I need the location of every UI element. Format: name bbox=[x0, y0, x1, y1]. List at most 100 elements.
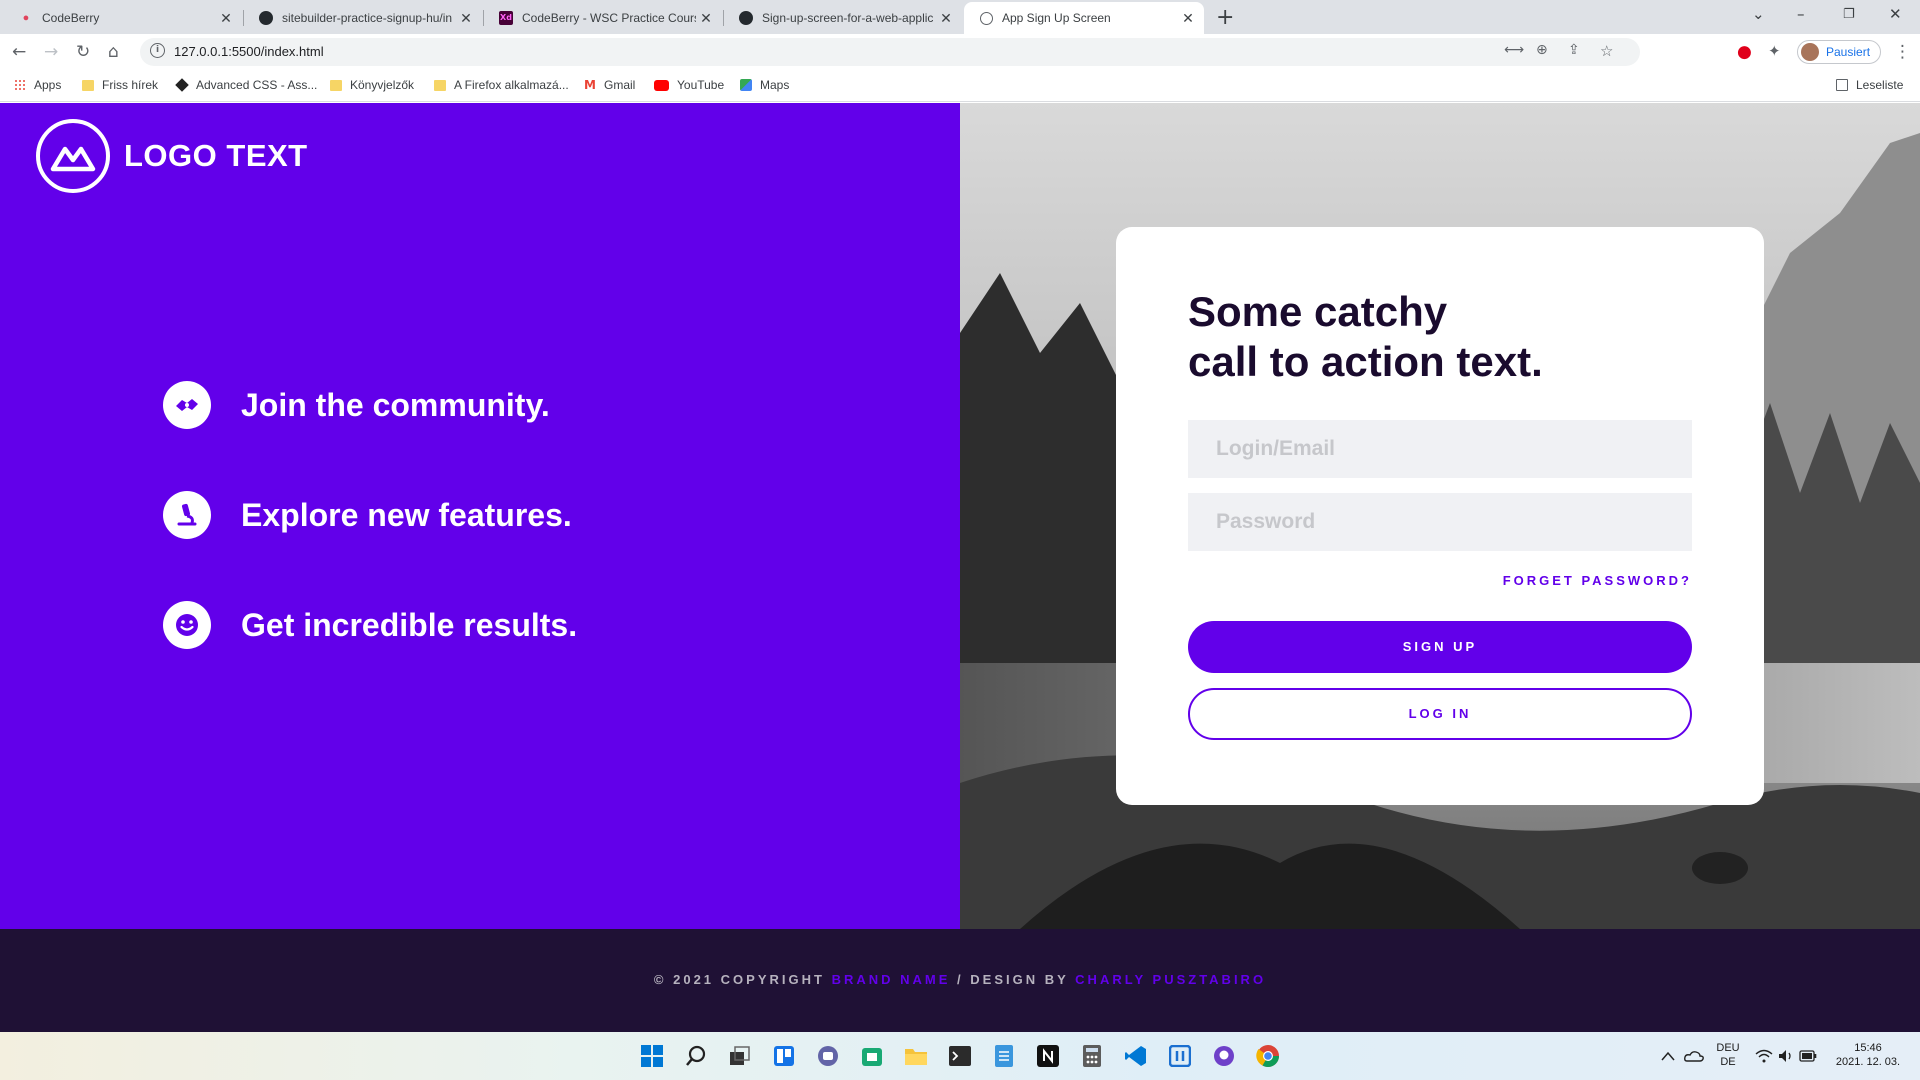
close-icon[interactable]: ✕ bbox=[216, 10, 236, 27]
chrome-icon[interactable] bbox=[1256, 1044, 1280, 1068]
bookmark-label: A Firefox alkalmazá... bbox=[454, 78, 569, 92]
url-text[interactable]: 127.0.0.1:5500/index.html bbox=[174, 44, 324, 59]
search-icon[interactable] bbox=[684, 1044, 708, 1068]
close-icon[interactable]: ✕ bbox=[456, 10, 476, 27]
login-email-input[interactable] bbox=[1188, 420, 1692, 478]
minimize-button[interactable]: – bbox=[1797, 5, 1805, 23]
close-icon[interactable]: ✕ bbox=[936, 10, 956, 27]
volume-icon[interactable] bbox=[1774, 1044, 1798, 1068]
globe-icon bbox=[978, 10, 994, 26]
browser-toolbar: ← → ↻ ⌂ i 127.0.0.1:5500/index.html ☆ ⇪ … bbox=[0, 34, 1920, 70]
terminal-icon[interactable] bbox=[948, 1044, 972, 1068]
left-panel: LOGO TEXT Join the community. Explore ne… bbox=[0, 103, 960, 929]
tab-codeberry[interactable]: ● CodeBerry ✕ bbox=[4, 2, 242, 34]
cta-headline: Some catchy call to action text. bbox=[1188, 287, 1543, 387]
bookmarks-bar: Apps Friss hírek Advanced CSS - Ass... K… bbox=[0, 70, 1920, 102]
footer-copyright: © 2021 COPYRIGHT BRAND NAME / DESIGN BY … bbox=[0, 972, 1920, 987]
bookmark-friss-hirek[interactable]: Friss hírek bbox=[82, 78, 158, 92]
tab-signup-screen-repo[interactable]: Sign-up-screen-for-a-web-applic ✕ bbox=[724, 2, 962, 34]
tab-search-icon[interactable]: ⌄ bbox=[1752, 5, 1765, 23]
tab-codeberry-wsc[interactable]: Xd CodeBerry - WSC Practice Course ✕ bbox=[484, 2, 722, 34]
chevron-up-icon[interactable] bbox=[1656, 1044, 1680, 1068]
teams-chat-icon[interactable] bbox=[816, 1044, 840, 1068]
github-desktop-icon[interactable] bbox=[1212, 1044, 1236, 1068]
cta-line-1: Some catchy bbox=[1188, 288, 1448, 335]
profile-button[interactable]: Pausiert bbox=[1797, 40, 1882, 64]
extensions-icon[interactable]: ✦ bbox=[1768, 42, 1781, 60]
brand-name-link[interactable]: BRAND NAME bbox=[832, 972, 951, 987]
forget-password-link[interactable]: FORGET PASSWORD? bbox=[1503, 573, 1692, 588]
restore-button[interactable]: ❐ bbox=[1843, 7, 1855, 22]
translate-icon[interactable]: ⟷ bbox=[1504, 42, 1524, 58]
notion-icon[interactable] bbox=[1036, 1044, 1060, 1068]
bookmark-advanced-css[interactable]: Advanced CSS - Ass... bbox=[175, 78, 317, 92]
bookmark-youtube[interactable]: YouTube bbox=[654, 78, 724, 92]
onedrive-icon[interactable] bbox=[1682, 1044, 1706, 1068]
clock-time: 15:46 bbox=[1854, 1042, 1882, 1054]
tab-sitebuilder[interactable]: sitebuilder-practice-signup-hu/in ✕ bbox=[244, 2, 482, 34]
back-icon[interactable]: ← bbox=[12, 42, 26, 62]
bookmark-maps[interactable]: Maps bbox=[740, 78, 789, 92]
store-icon[interactable] bbox=[860, 1044, 884, 1068]
folder-icon bbox=[434, 79, 446, 91]
design-by-text: / DESIGN BY bbox=[957, 972, 1069, 987]
bookmark-star-icon[interactable]: ☆ bbox=[1600, 42, 1613, 60]
designer-link[interactable]: CHARLY PUSZTABIRO bbox=[1075, 972, 1266, 987]
feature-join-community: Join the community. bbox=[163, 381, 550, 429]
apps-grid-icon bbox=[14, 79, 26, 91]
reload-icon[interactable]: ↻ bbox=[76, 42, 90, 62]
youtube-icon bbox=[654, 79, 669, 91]
signup-card: Some catchy call to action text. FORGET … bbox=[1116, 227, 1764, 805]
windows-start-icon[interactable] bbox=[640, 1044, 664, 1068]
tab-title: CodeBerry bbox=[42, 11, 100, 25]
feature-explore: Explore new features. bbox=[163, 491, 572, 539]
bookmark-label: Maps bbox=[760, 78, 790, 92]
close-icon[interactable]: ✕ bbox=[1178, 10, 1198, 27]
opera-icon[interactable]: ● bbox=[1737, 42, 1752, 62]
logo[interactable]: LOGO TEXT bbox=[36, 119, 308, 193]
tab-title: sitebuilder-practice-signup-hu/in bbox=[282, 11, 453, 25]
tab-app-signup-screen[interactable]: App Sign Up Screen ✕ bbox=[964, 2, 1204, 34]
tab-title: App Sign Up Screen bbox=[1002, 11, 1111, 25]
reading-list[interactable]: Leseliste bbox=[1836, 78, 1903, 92]
new-tab-button[interactable]: + bbox=[1216, 5, 1234, 30]
file-explorer-icon[interactable] bbox=[904, 1044, 928, 1068]
vscode-icon[interactable] bbox=[1124, 1044, 1148, 1068]
bookmark-firefox[interactable]: A Firefox alkalmazá... bbox=[434, 78, 569, 92]
wifi-icon[interactable] bbox=[1752, 1044, 1776, 1068]
task-view-icon[interactable] bbox=[728, 1044, 752, 1068]
home-icon[interactable]: ⌂ bbox=[108, 42, 119, 62]
menu-icon[interactable]: ⋮ bbox=[1894, 42, 1911, 62]
maps-icon bbox=[740, 79, 752, 91]
window-close-button[interactable]: ✕ bbox=[1889, 5, 1902, 23]
gmail-icon: M bbox=[584, 78, 596, 92]
forward-icon[interactable]: → bbox=[44, 42, 58, 62]
bookmark-gmail[interactable]: M Gmail bbox=[584, 78, 635, 92]
feature-text: Get incredible results. bbox=[241, 606, 578, 643]
profile-label: Pausiert bbox=[1826, 45, 1871, 59]
widgets-icon[interactable] bbox=[772, 1044, 796, 1068]
address-bar[interactable]: i 127.0.0.1:5500/index.html ☆ ⇪ ⊕ ⟷ bbox=[140, 38, 1640, 66]
calculator-icon[interactable] bbox=[1080, 1044, 1104, 1068]
share-icon[interactable]: ⇪ bbox=[1568, 42, 1580, 58]
tab-title: Sign-up-screen-for-a-web-applic bbox=[762, 11, 934, 25]
site-info-icon[interactable]: i bbox=[150, 43, 165, 58]
cta-line-2: call to action text. bbox=[1188, 338, 1543, 385]
notepad-icon[interactable] bbox=[992, 1044, 1016, 1068]
bookmark-apps[interactable]: Apps bbox=[14, 78, 61, 92]
folder-icon bbox=[330, 79, 342, 91]
bookmark-label: Apps bbox=[34, 78, 62, 92]
sign-up-button[interactable]: SIGN UP bbox=[1188, 621, 1692, 673]
zoom-icon[interactable]: ⊕ bbox=[1536, 42, 1548, 58]
feature-text: Join the community. bbox=[241, 386, 550, 423]
battery-icon[interactable] bbox=[1796, 1044, 1820, 1068]
diamond-icon bbox=[175, 78, 189, 92]
bookmark-konyvjelzok[interactable]: Könyvjelzők bbox=[330, 78, 414, 92]
clock[interactable]: 15:46 2021. 12. 03. bbox=[1826, 1041, 1910, 1069]
language-indicator[interactable]: DEU DE bbox=[1714, 1041, 1742, 1069]
close-icon[interactable]: ✕ bbox=[696, 10, 716, 27]
footer: © 2021 COPYRIGHT BRAND NAME / DESIGN BY … bbox=[0, 929, 1920, 1032]
password-input[interactable] bbox=[1188, 493, 1692, 551]
log-in-button[interactable]: LOG IN bbox=[1188, 688, 1692, 740]
bracket-app-icon[interactable] bbox=[1168, 1044, 1192, 1068]
